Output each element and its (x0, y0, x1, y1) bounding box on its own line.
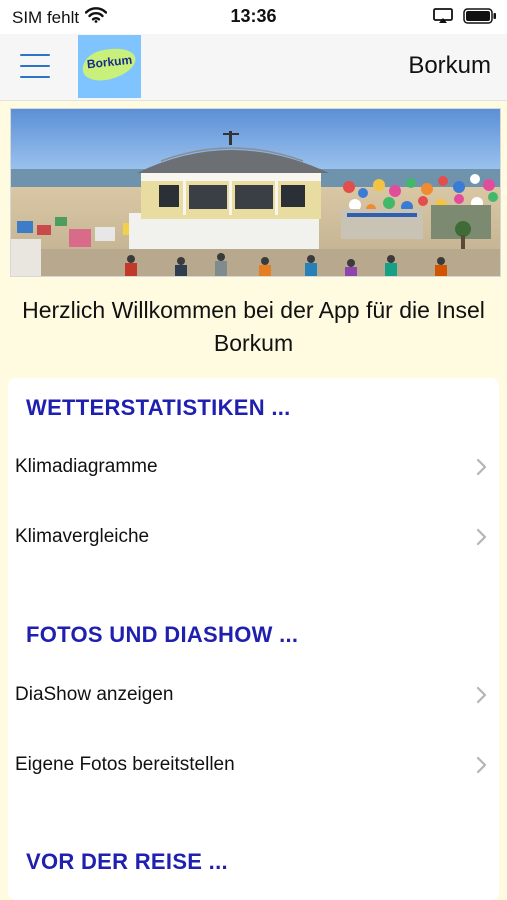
menu-card: WETTERSTATISTIKEN ... Klimadiagramme Kli… (8, 378, 499, 900)
chevron-right-icon (476, 528, 487, 551)
list-item-eigene-fotos[interactable]: Eigene Fotos bereitstellen (8, 736, 499, 796)
list-item-label: Klimavergleiche (15, 526, 150, 547)
list-item-klimadiagramme[interactable]: Klimadiagramme (8, 438, 499, 498)
section-header-travel: VOR DER REISE ... (26, 849, 228, 874)
borkum-logo: Borkum (78, 35, 141, 98)
status-icons (433, 8, 497, 29)
welcome-text: Herzlich Willkommen bei der App für die … (22, 297, 485, 356)
status-time: 13:36 (230, 6, 277, 26)
list-item-diashow[interactable]: DiaShow anzeigen (8, 666, 499, 726)
list-item-label: Klimadiagramme (15, 456, 158, 477)
menu-icon[interactable] (20, 50, 52, 82)
list-item-label: DiaShow anzeigen (15, 684, 174, 705)
hero-beach-image (10, 108, 501, 277)
status-bar: SIM fehlt 13:36 (0, 0, 507, 34)
screen-mirroring-icon (433, 8, 453, 29)
chevron-right-icon (476, 756, 487, 779)
chevron-right-icon (476, 458, 487, 481)
section-header-photos: FOTOS UND DIASHOW ... (26, 622, 299, 647)
chevron-right-icon (476, 686, 487, 709)
list-item-klimavergleiche[interactable]: Klimavergleiche (8, 508, 499, 568)
navigation-bar: Borkum Borkum (0, 34, 507, 101)
list-item-label: Eigene Fotos bereitstellen (15, 754, 235, 775)
section-header-weather: WETTERSTATISTIKEN ... (26, 395, 291, 420)
page-title: Borkum (408, 52, 491, 79)
battery-icon (463, 8, 497, 29)
